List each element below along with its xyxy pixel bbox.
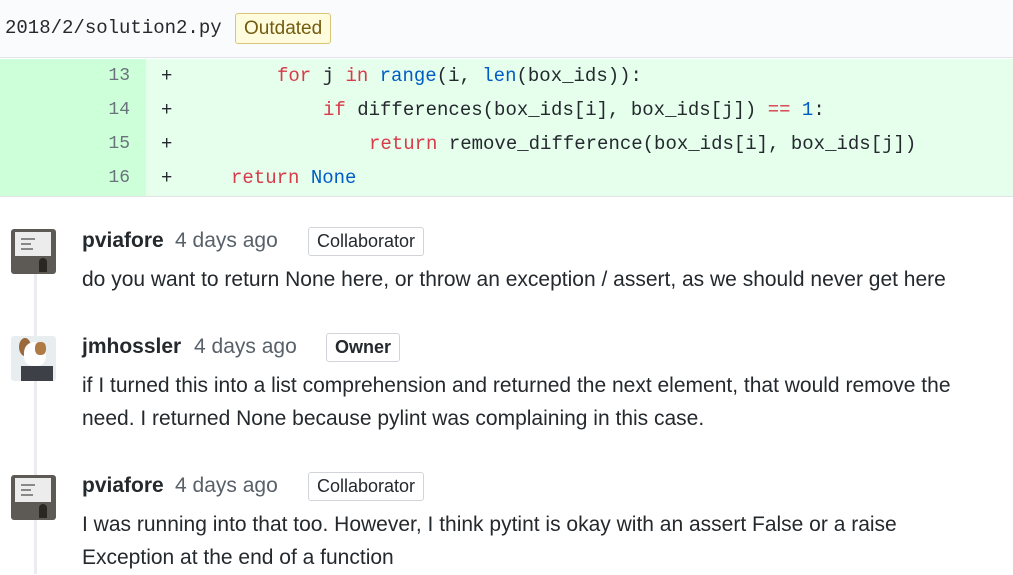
diff-line: 14 + if differences(box_ids[i], box_ids[… (0, 93, 1013, 127)
line-number[interactable]: 16 (0, 161, 130, 195)
avatar[interactable] (11, 229, 56, 274)
presenter-icon (39, 504, 47, 518)
comment-body: do you want to return None here, or thro… (82, 268, 946, 291)
role-badge: Collaborator (308, 472, 425, 501)
line-number[interactable]: 13 (0, 59, 130, 93)
thread-connector-line (34, 274, 37, 574)
presentation-slide-icon (15, 232, 51, 256)
comment-timestamp[interactable]: 4 days ago (194, 335, 297, 359)
comment-body: if I turned this into a list comprehensi… (82, 374, 951, 430)
diff-line: 15 + return remove_difference(box_ids[i]… (0, 127, 1013, 161)
outdated-badge: Outdated (235, 13, 332, 44)
comment-timestamp[interactable]: 4 days ago (175, 474, 278, 498)
comment-body: I was running into that too. However, I … (82, 513, 897, 569)
dog-patch-icon (35, 342, 46, 355)
avatar[interactable] (11, 336, 56, 381)
presenter-icon (39, 258, 47, 272)
added-marker: + (161, 65, 173, 87)
diff-line: 13 + for j in range(i, len(box_ids)): (0, 59, 1013, 93)
comment-author[interactable]: pviafore (82, 474, 164, 498)
laptop-icon (21, 366, 53, 381)
file-header: 2018/2/solution2.py Outdated (0, 0, 1013, 58)
role-badge: Collaborator (308, 227, 425, 256)
code-line: return remove_difference(box_ids[i], box… (369, 133, 917, 155)
code-line: for j in range(i, len(box_ids)): (277, 65, 642, 87)
avatar[interactable] (11, 475, 56, 520)
diff-table: 13 + for j in range(i, len(box_ids)): 14… (0, 59, 1013, 197)
code-line: return None (231, 167, 357, 189)
code-line: if differences(box_ids[i], box_ids[j]) =… (323, 99, 825, 121)
added-marker: + (161, 167, 173, 189)
comment-author[interactable]: jmhossler (82, 335, 181, 359)
comment-timestamp[interactable]: 4 days ago (175, 229, 278, 253)
added-marker: + (161, 133, 173, 155)
added-marker: + (161, 99, 173, 121)
diff-line: 16 + return None (0, 161, 1013, 195)
comment-author[interactable]: pviafore (82, 229, 164, 253)
line-number[interactable]: 14 (0, 93, 130, 127)
file-path-link[interactable]: 2018/2/solution2.py (5, 17, 222, 39)
line-number[interactable]: 15 (0, 127, 130, 161)
presentation-slide-icon (15, 478, 51, 502)
role-badge: Owner (326, 333, 401, 362)
